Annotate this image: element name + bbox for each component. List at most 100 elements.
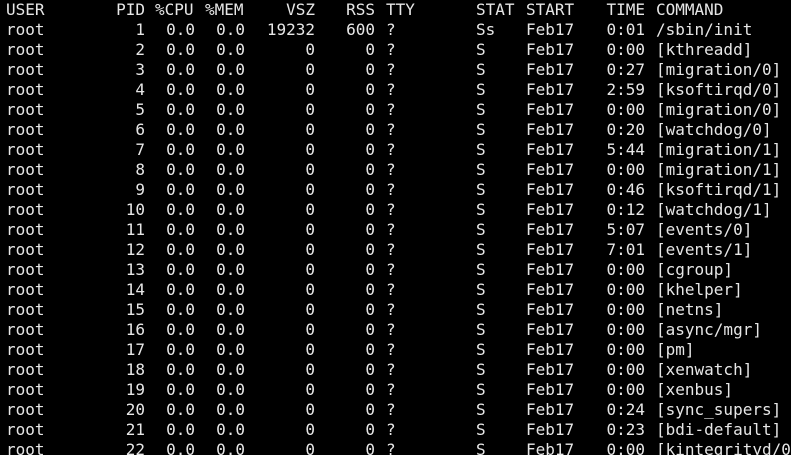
process-cpu-cell: 0.0 <box>166 40 195 59</box>
process-start-cell: Feb17 <box>526 180 575 199</box>
process-stat-cell: S <box>476 60 486 79</box>
process-vsz-cell: 0 <box>305 300 315 319</box>
process-row: root 6 0.0 0.0 0 0? S Feb17 0:20 [watchdog/0] <box>0 120 791 140</box>
process-vsz-cell: 0 <box>305 120 315 139</box>
process-mem-cell: 0.0 <box>216 160 245 179</box>
process-user-cell: root <box>6 80 45 99</box>
terminal-window[interactable]: USER PID %CPU %MEM VSZ RSS TTY STAT STAR… <box>0 0 791 455</box>
process-stat-cell: Ss <box>476 20 496 39</box>
header-time: TIME <box>606 0 645 19</box>
process-tty-cell: ? <box>386 360 396 379</box>
process-stat-cell: S <box>476 200 486 219</box>
process-tty-cell: ? <box>386 40 396 59</box>
process-mem-cell: 0.0 <box>216 260 245 279</box>
process-mem-cell: 0.0 <box>216 140 245 159</box>
process-start-cell: Feb17 <box>526 220 575 239</box>
process-start-cell: Feb17 <box>526 60 575 79</box>
process-time-cell: 0:20 <box>606 120 645 139</box>
process-pid-cell: 12 <box>125 240 145 259</box>
process-stat-cell: S <box>476 240 486 259</box>
process-stat-cell: S <box>476 420 486 439</box>
process-time-cell: 0:00 <box>606 380 645 399</box>
process-vsz-cell: 0 <box>305 200 315 219</box>
process-pid-cell: 11 <box>125 220 145 239</box>
process-mem-cell: 0.0 <box>216 240 245 259</box>
process-pid-cell: 10 <box>125 200 145 219</box>
process-time-cell: 0:00 <box>606 160 645 179</box>
process-cpu-cell: 0.0 <box>166 120 195 139</box>
process-start-cell: Feb17 <box>526 20 575 39</box>
process-command-cell: [watchdog/1] <box>656 200 772 219</box>
process-user-cell: root <box>6 20 45 39</box>
process-mem-cell: 0.0 <box>216 420 245 439</box>
process-command-cell: [ksoftirqd/1] <box>656 180 782 199</box>
process-row: root 2 0.0 0.0 0 0? S Feb17 0:00 [kthreadd] <box>0 40 791 60</box>
process-pid-cell: 19 <box>125 380 145 399</box>
process-cpu-cell: 0.0 <box>166 400 195 419</box>
process-pid-cell: 17 <box>125 340 145 359</box>
process-start-cell: Feb17 <box>526 420 575 439</box>
process-tty-cell: ? <box>386 400 396 419</box>
process-stat-cell: S <box>476 360 486 379</box>
process-command-cell: [events/0] <box>656 220 753 239</box>
process-stat-cell: S <box>476 380 486 399</box>
process-mem-cell: 0.0 <box>216 200 245 219</box>
process-user-cell: root <box>6 140 45 159</box>
header-stat: STAT <box>476 0 515 19</box>
process-command-cell: [migration/0] <box>656 60 782 79</box>
process-cpu-cell: 0.0 <box>166 380 195 399</box>
process-vsz-cell: 19232 <box>266 20 315 39</box>
process-cpu-cell: 0.0 <box>166 300 195 319</box>
process-mem-cell: 0.0 <box>216 380 245 399</box>
process-mem-cell: 0.0 <box>216 400 245 419</box>
process-mem-cell: 0.0 <box>216 320 245 339</box>
process-command-cell: [migration/0] <box>656 100 782 119</box>
process-rss-cell: 0 <box>365 400 375 419</box>
process-command-cell: [xenwatch] <box>656 360 753 379</box>
process-time-cell: 0:46 <box>606 180 645 199</box>
process-time-cell: 0:00 <box>606 300 645 319</box>
process-vsz-cell: 0 <box>305 420 315 439</box>
process-user-cell: root <box>6 120 45 139</box>
process-time-cell: 0:12 <box>606 200 645 219</box>
process-cpu-cell: 0.0 <box>166 420 195 439</box>
process-rss-cell: 0 <box>365 260 375 279</box>
process-row: root 8 0.0 0.0 0 0? S Feb17 0:00 [migration/1] <box>0 160 791 180</box>
process-start-cell: Feb17 <box>526 100 575 119</box>
process-mem-cell: 0.0 <box>216 60 245 79</box>
process-mem-cell: 0.0 <box>216 340 245 359</box>
process-cpu-cell: 0.0 <box>166 260 195 279</box>
process-row: root 14 0.0 0.0 0 0? S Feb17 0:00 [khelper] <box>0 280 791 300</box>
process-tty-cell: ? <box>386 100 396 119</box>
process-cpu-cell: 0.0 <box>166 320 195 339</box>
process-row: root 9 0.0 0.0 0 0? S Feb17 0:46 [ksoftirqd/1] <box>0 180 791 200</box>
process-user-cell: root <box>6 200 45 219</box>
process-pid-cell: 16 <box>125 320 145 339</box>
process-row: root 1 0.0 0.0 19232 600? Ss Feb17 0:01/sbin/ini… <box>0 20 791 40</box>
process-time-cell: 0:23 <box>606 420 645 439</box>
process-cpu-cell: 0.0 <box>166 160 195 179</box>
process-vsz-cell: 0 <box>305 60 315 79</box>
process-rss-cell: 0 <box>365 380 375 399</box>
process-time-cell: 7:01 <box>606 240 645 259</box>
header-mem: %MEM <box>205 0 244 19</box>
process-start-cell: Feb17 <box>526 380 575 399</box>
process-start-cell: Feb17 <box>526 440 575 455</box>
process-stat-cell: S <box>476 120 486 139</box>
process-mem-cell: 0.0 <box>216 80 245 99</box>
process-mem-cell: 0.0 <box>216 40 245 59</box>
process-start-cell: Feb17 <box>526 280 575 299</box>
process-pid-cell: 22 <box>125 440 145 455</box>
process-command-cell: [bdi-default] <box>656 420 782 439</box>
process-tty-cell: ? <box>386 320 396 339</box>
process-rss-cell: 0 <box>365 60 375 79</box>
process-rss-cell: 0 <box>365 200 375 219</box>
process-mem-cell: 0.0 <box>216 300 245 319</box>
process-vsz-cell: 0 <box>305 360 315 379</box>
process-cpu-cell: 0.0 <box>166 360 195 379</box>
header-rss: RSS <box>346 0 375 19</box>
process-stat-cell: S <box>476 160 486 179</box>
process-command-cell: [events/1] <box>656 240 753 259</box>
process-rss-cell: 0 <box>365 300 375 319</box>
process-start-cell: Feb17 <box>526 80 575 99</box>
